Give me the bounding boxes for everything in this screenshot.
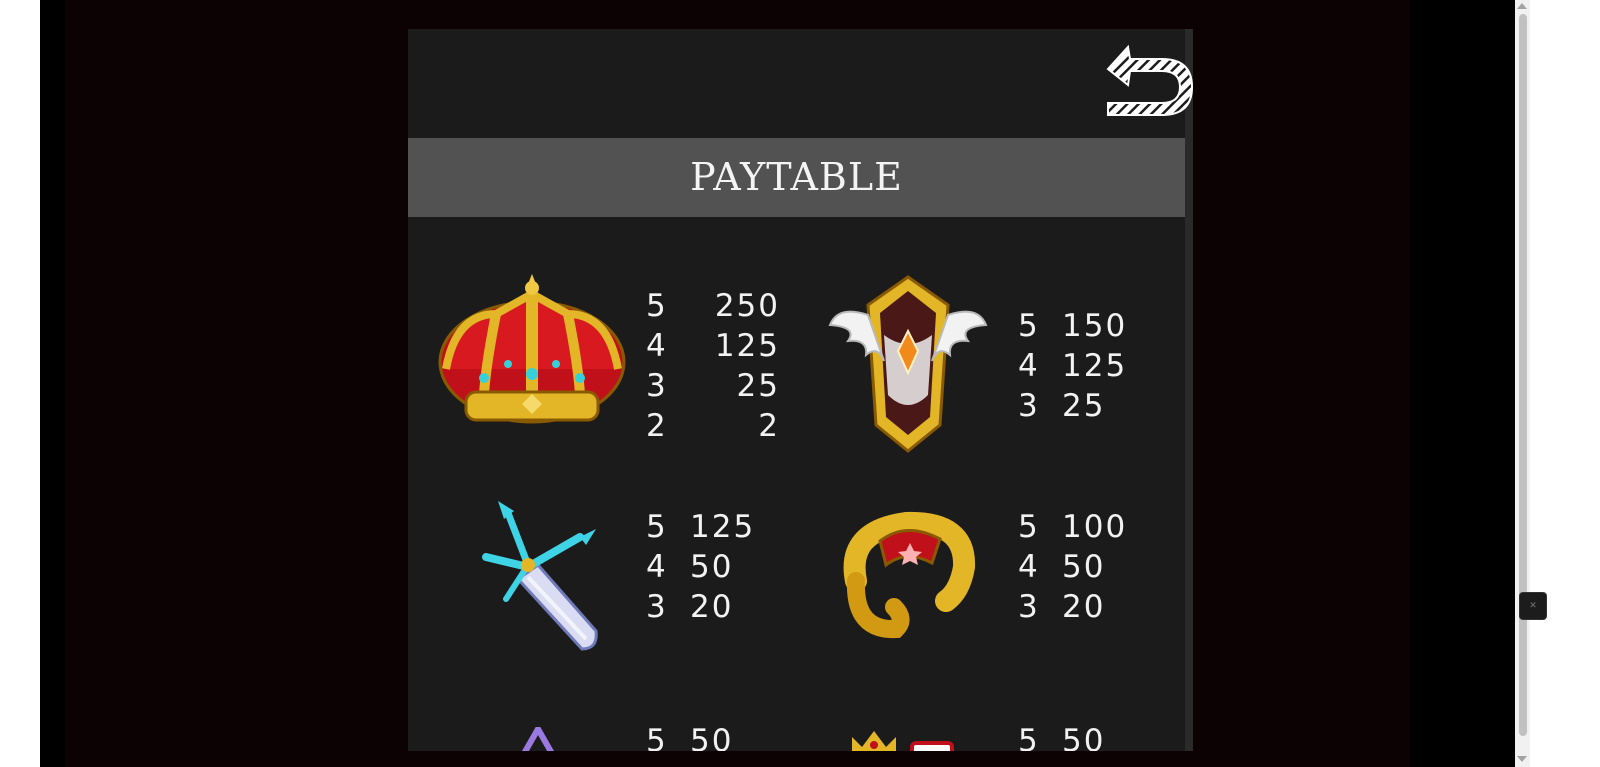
ring-icon [843, 511, 976, 639]
scroll-down-arrow-icon[interactable] [1517, 756, 1527, 762]
winged-shield-icon [828, 275, 988, 453]
payout-row: 3 20 [1018, 589, 1106, 625]
partial-right-payout: 5 50 [1018, 721, 1105, 751]
return-arrow-icon [1106, 44, 1193, 116]
payout-row: 5 150 [1018, 308, 1128, 344]
payout-row: 5 50 [1018, 723, 1106, 751]
sword-icon [482, 501, 598, 651]
letter-a-symbol-icon [521, 727, 555, 751]
crown-payouts: 5 250 4 125 3 25 22 [646, 286, 780, 446]
payout-row: 3 25 [1018, 388, 1106, 424]
scrollbar-thumb[interactable] [1519, 14, 1527, 736]
payout-row: 5 50 [646, 723, 734, 751]
sword-payouts: 5 125 4 50 3 20 [646, 507, 755, 627]
payout-row: 22 [646, 408, 780, 444]
payout-row: 4 50 [1018, 549, 1106, 585]
side-widget-button[interactable]: ✕ [1519, 592, 1547, 620]
ring-payouts: 5 100 4 50 3 20 [1018, 507, 1127, 627]
paytable-title: PAYTABLE [408, 138, 1185, 217]
payout-row: 5 100 [1018, 509, 1128, 545]
payout-row: 4 125 [1018, 348, 1128, 384]
partial-left-payout: 5 50 [646, 721, 733, 751]
payout-row: 5 250 [646, 288, 780, 324]
crown-icon [438, 274, 626, 424]
paytable-panel: PAYTABLE 5 250 4 125 3 25 22 5 150 4 125 3 25 [408, 29, 1193, 751]
winged-shield-payouts: 5 150 4 125 3 25 [1018, 306, 1127, 426]
payout-row: 5 125 [646, 509, 756, 545]
scroll-up-arrow-icon[interactable] [1517, 3, 1527, 9]
back-button[interactable] [1100, 39, 1193, 119]
payout-row: 3 20 [646, 589, 734, 625]
payout-row: 4 125 [646, 328, 780, 364]
king-card-symbol-icon [852, 731, 954, 751]
payout-row: 4 50 [646, 549, 734, 585]
panel-scroll-track[interactable] [1185, 29, 1193, 751]
payout-row: 3 25 [646, 368, 780, 404]
